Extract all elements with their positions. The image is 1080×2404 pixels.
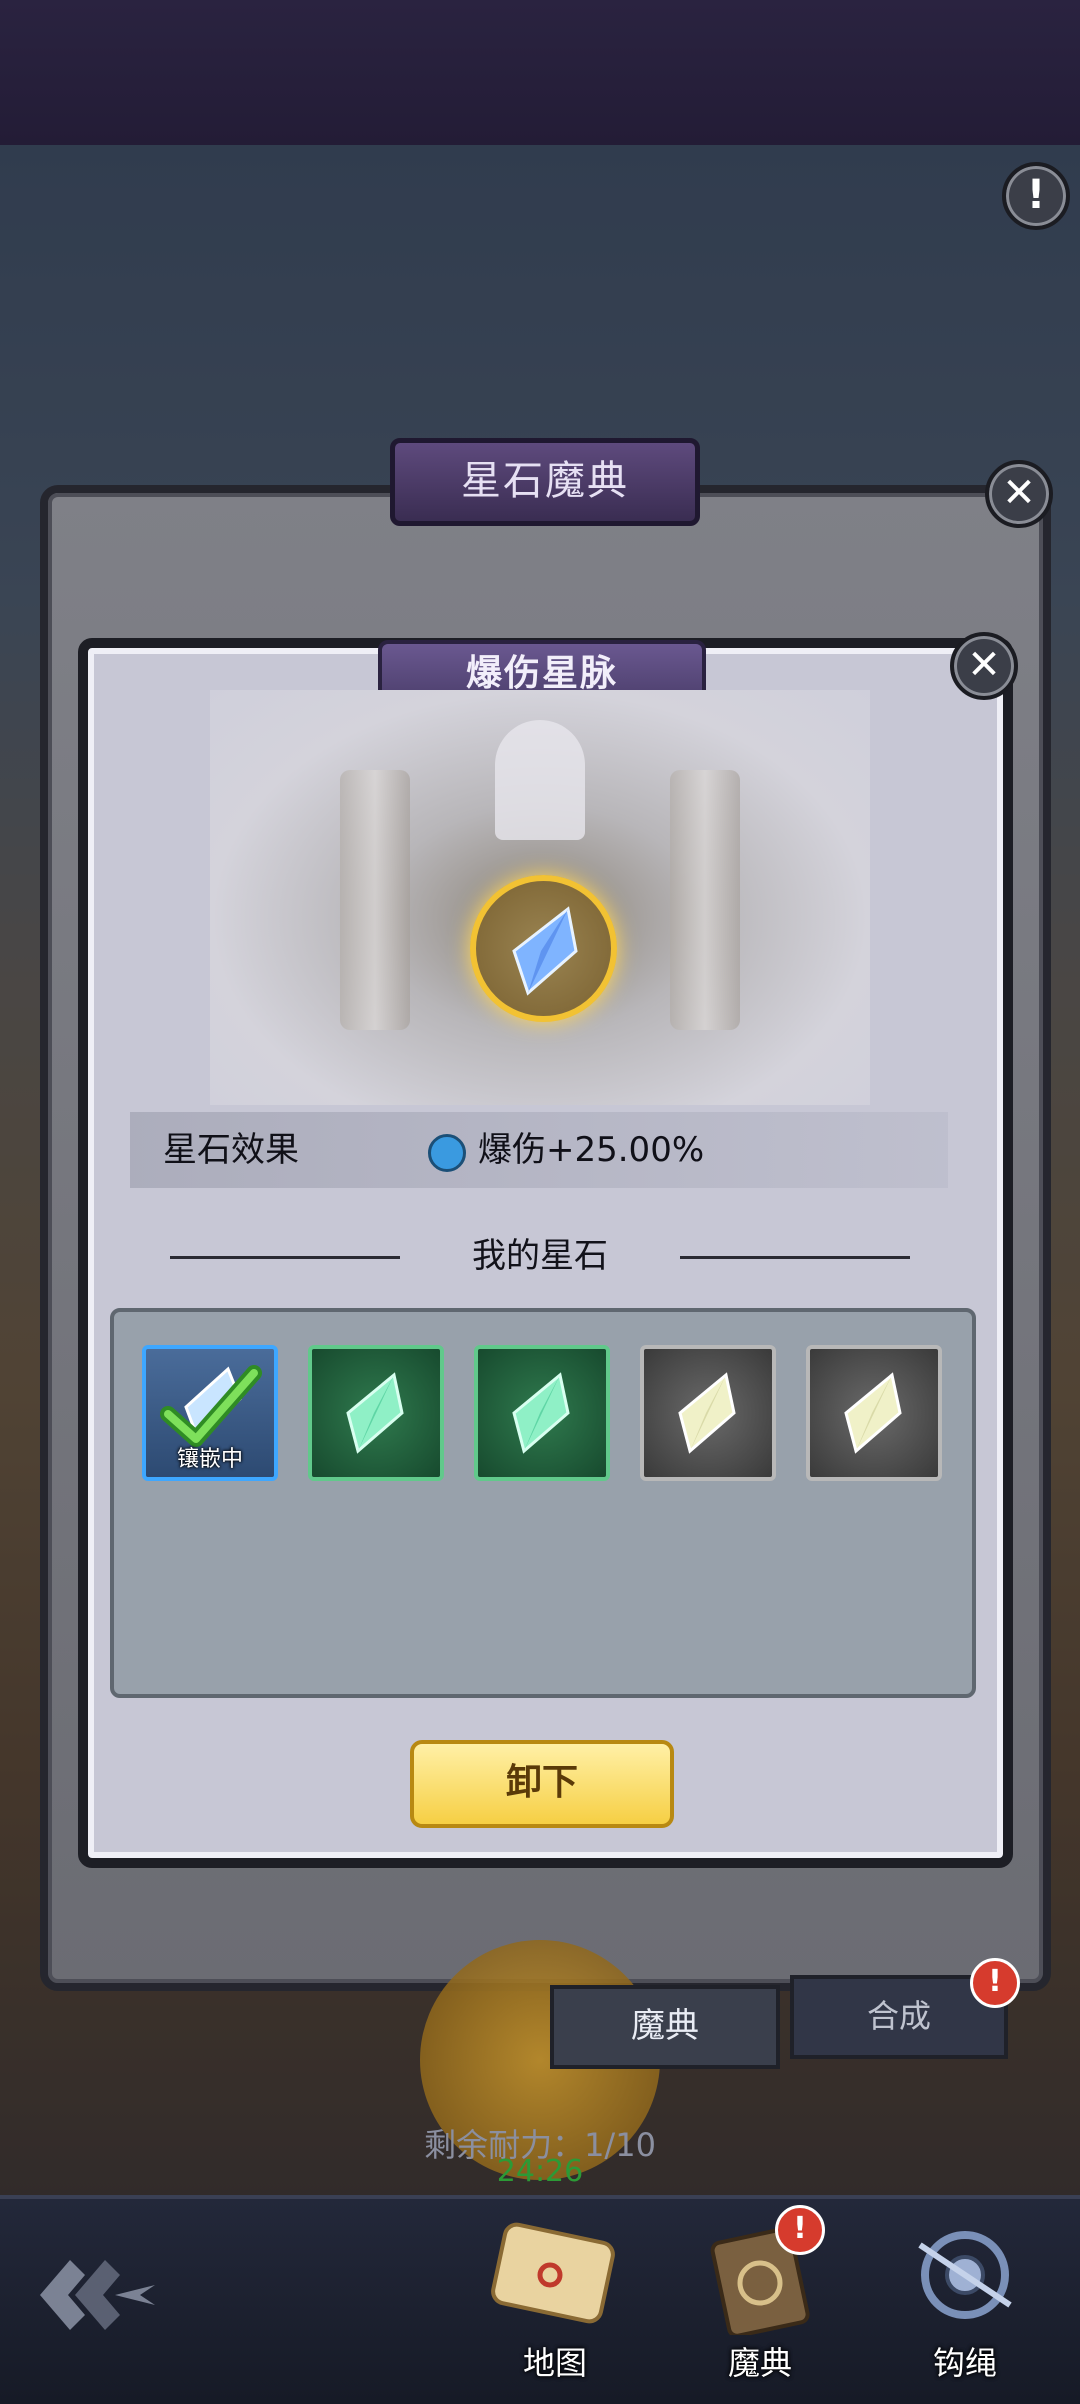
stone-slot-5[interactable] xyxy=(806,1345,942,1481)
star-stone-ring xyxy=(470,875,617,1022)
crystal-icon xyxy=(512,1372,570,1454)
stone-slot-4[interactable] xyxy=(640,1345,776,1481)
my-stones-title: 我的星石 xyxy=(472,1236,608,1276)
alert-glyph: ! xyxy=(1026,172,1046,218)
alert-icon[interactable]: ! xyxy=(1002,162,1070,230)
nav-map[interactable]: 地图 xyxy=(470,2205,640,2390)
back-arrow-icon[interactable] xyxy=(30,2240,160,2350)
stone-slot-1[interactable]: 镶嵌中 xyxy=(142,1345,278,1481)
stone-slot-2[interactable] xyxy=(308,1345,444,1481)
unequip-button[interactable]: 卸下 xyxy=(410,1740,674,1828)
nav-map-label: 地图 xyxy=(522,2344,587,2382)
nav-magic-alert-badge: ! xyxy=(775,2205,825,2255)
crystal-icon xyxy=(160,1365,262,1447)
effect-dot-icon xyxy=(428,1134,466,1172)
deco-line-left xyxy=(170,1256,400,1259)
outer-panel-title: 星石魔典 xyxy=(390,438,700,526)
deco-line-right xyxy=(680,1256,910,1259)
map-icon xyxy=(491,2222,615,2324)
crystal-icon xyxy=(844,1372,902,1454)
nav-magic-label: 魔典 xyxy=(727,2344,792,2382)
crystal-icon xyxy=(512,906,578,996)
tab-magic[interactable]: 魔典 xyxy=(550,1985,780,2069)
window-arch xyxy=(495,720,585,840)
merge-alert-badge: ! xyxy=(970,1958,1020,2008)
effect-value: 爆伤+25.00% xyxy=(478,1130,705,1170)
timer-text: 24:26 xyxy=(496,2154,584,2189)
modal-close-icon[interactable]: ✕ xyxy=(950,632,1018,700)
pillar-right xyxy=(670,770,740,1030)
crystal-icon xyxy=(346,1372,404,1454)
nav-grapple[interactable]: 钩绳 xyxy=(880,2205,1050,2390)
pillar-left xyxy=(340,770,410,1030)
slot-status-label: 镶嵌中 xyxy=(176,1447,243,1472)
back-arrow-glyph xyxy=(40,2260,155,2330)
effect-label: 星石效果 xyxy=(163,1130,299,1170)
stone-slot-3[interactable] xyxy=(474,1345,610,1481)
nav-magic-book[interactable]: ! 魔典 xyxy=(675,2205,845,2390)
grapple-icon xyxy=(918,2231,1012,2319)
top-band xyxy=(0,0,1080,145)
outer-close-icon[interactable]: ✕ xyxy=(985,460,1053,528)
crystal-icon xyxy=(678,1372,736,1454)
nav-grapple-label: 钩绳 xyxy=(932,2344,997,2382)
